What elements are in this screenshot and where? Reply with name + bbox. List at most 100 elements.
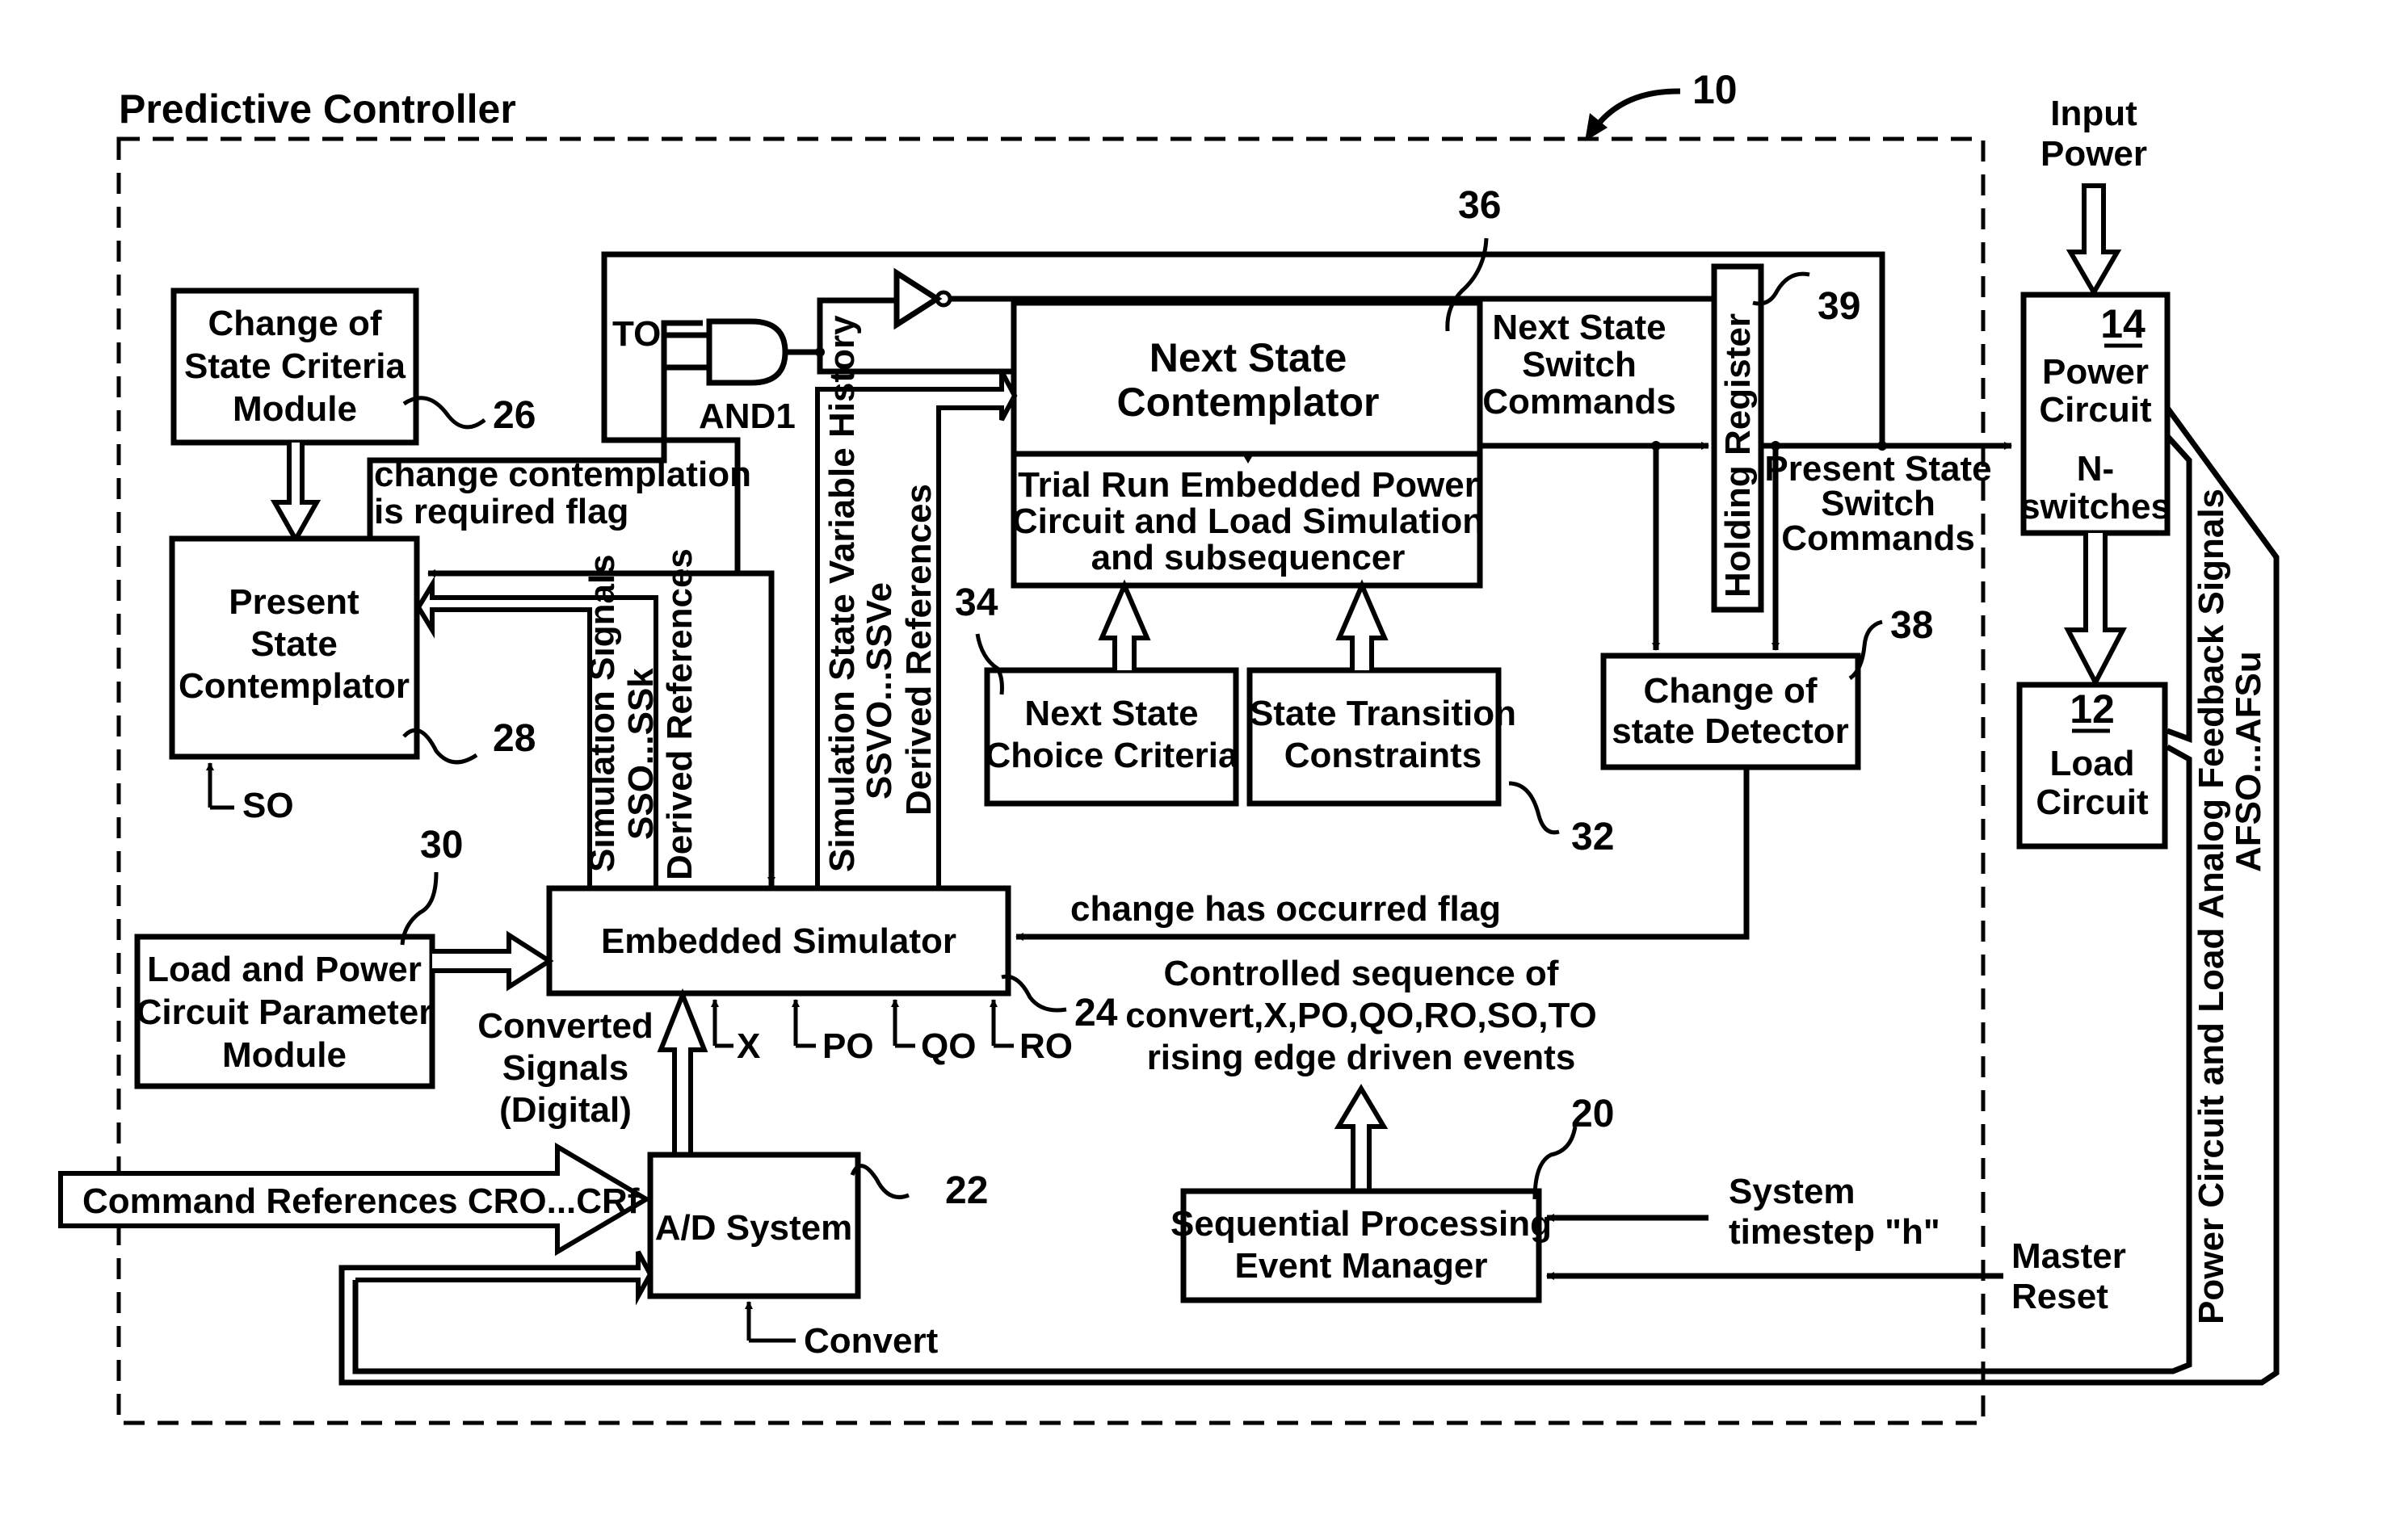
svg-text:rising edge driven events: rising edge driven events [1147,1038,1576,1077]
ref-28-label: 28 [493,717,536,760]
present-state-line1: Present [229,582,359,622]
converted-signals-label: Converted Signals (Digital) [477,1006,654,1130]
transition-constraints[interactable]: State Transition Constraints [1246,667,1516,807]
trial-run-line1: Trial Run Embedded Power [1018,465,1478,505]
trial-run-line3: and subsequencer [1091,538,1406,577]
load-circuit-ref: 12 [2070,686,2115,732]
ref-20-label: 20 [1571,1093,1614,1135]
ref-38-label: 38 [1890,604,1933,647]
svg-text:AFSO...AFSu: AFSO...AFSu [2229,651,2268,872]
power-circuit[interactable]: 14 Power Circuit N- switches [2020,292,2171,536]
next-state-contemplator[interactable]: Next State Contemplator Trial Run Embedd… [1011,300,1484,589]
param-module-line2: Circuit Parameter [137,992,433,1032]
power-circuit-line2: Circuit [2039,390,2152,430]
svg-text:Switch: Switch [1821,484,1935,523]
svg-text:Reset: Reset [2011,1277,2108,1316]
power-circuit-line1: Power [2042,352,2149,392]
parameter-module[interactable]: Load and Power Circuit Parameter Module [134,934,435,1089]
input-power-label: Input Power [2040,94,2147,174]
change-criteria-line3: Module [233,389,357,429]
ref-34-label: 34 [955,581,998,624]
embedded-simulator[interactable]: Embedded Simulator [546,885,1011,997]
event-manager-line1: Sequential Processing [1170,1204,1552,1244]
svg-text:SSVO...SSVe: SSVO...SSVe [859,582,899,799]
load-circuit[interactable]: 12 Load Circuit [2016,682,2168,850]
svg-text:Derived References: Derived References [899,484,939,816]
present-state-line2: State [250,624,338,664]
command-refs-label: Command References CRO...CRf [82,1181,640,1221]
power-circuit-line4: switches [2020,487,2171,527]
load-circuit-line1: Load [2049,744,2134,783]
event-manager-line2: Event Manager [1235,1246,1488,1286]
svg-text:Controlled sequence of: Controlled sequence of [1164,954,1559,993]
power-circuit-line3: N- [2077,449,2114,489]
svg-text:Commands: Commands [1781,518,1975,558]
holding-register[interactable]: Holding Register [1711,263,1764,613]
change-criteria-line1: Change of [208,304,381,343]
svg-text:Master: Master [2011,1236,2126,1276]
convert-label: Convert [804,1321,939,1361]
svg-text:X: X [737,1026,760,1066]
ad-system-label: A/D System [655,1208,853,1248]
ref-22-label: 22 [945,1169,988,1212]
svg-text:Simulation Signals: Simulation Signals [582,554,622,872]
change-occurred-label: change has occurred flag [1070,889,1501,929]
svg-text:Derived References: Derived References [660,548,700,880]
change-detector[interactable]: Change of state Detector [1600,653,1861,770]
param-module-line1: Load and Power [147,950,422,989]
predictive-controller-diagram: Predictive Controller 10 Change of State… [0,0,2383,1540]
power-circuit-ref: 14 [2100,301,2146,346]
transition-constraints-line1: State Transition [1250,694,1516,733]
svg-text:PO: PO [822,1026,874,1066]
change-detector-line2: state Detector [1612,711,1848,751]
svg-text:Signals: Signals [502,1048,629,1088]
svg-text:Input: Input [2050,94,2137,133]
param-module-line3: Module [222,1035,347,1075]
ref-39-label: 39 [1818,285,1860,328]
svg-text:Power Circuit and Load Analog: Power Circuit and Load Analog Feedback S… [2192,489,2231,1324]
svg-text:Next State: Next State [1492,308,1666,347]
load-circuit-line2: Circuit [2036,783,2149,822]
svg-text:convert,X,PO,QO,RO,SO,TO: convert,X,PO,QO,RO,SO,TO [1125,996,1597,1035]
next-state-title-2: Contemplator [1117,380,1380,425]
svg-text:Simulation State Variable Hist: Simulation State Variable History [822,315,862,872]
svg-text:timestep "h": timestep "h" [1729,1212,1940,1252]
svg-text:Switch: Switch [1522,345,1637,384]
trial-run-line2: Circuit and Load Simulation [1012,501,1484,541]
ref-30-label: 30 [420,824,463,867]
to-label: TO [612,314,661,354]
choice-criteria-line2: Choice Criteria [986,736,1239,775]
svg-text:RO: RO [1019,1026,1073,1066]
ref-36-label: 36 [1458,184,1501,227]
choice-criteria[interactable]: Next State Choice Criteria [984,667,1239,807]
present-state-contemplator[interactable]: Present State Contemplator [169,535,420,760]
so-label: SO [242,786,294,825]
change-criteria-module[interactable]: Change of State Criteria Module [170,287,419,446]
embedded-simulator-label: Embedded Simulator [601,921,956,961]
change-detector-line1: Change of [1643,671,1817,711]
controller-title: Predictive Controller [119,86,516,132]
svg-text:SSO...SSk: SSO...SSk [621,668,661,840]
event-manager[interactable]: Sequential Processing Event Manager [1170,1188,1552,1303]
ref-10-label: 10 [1692,67,1738,112]
transition-constraints-line2: Constraints [1284,736,1481,775]
ref-26-label: 26 [493,394,536,437]
holding-register-label: Holding Register [1718,313,1758,598]
ref-32-label: 32 [1571,816,1614,858]
contemplation-flag-label-1: change contemplation [374,455,751,494]
controlled-sequence-label: Controlled sequence of convert,X,PO,QO,R… [1125,954,1597,1077]
ref-24-label: 24 [1074,992,1118,1034]
choice-criteria-line1: Next State [1024,694,1198,733]
svg-text:Power: Power [2040,134,2147,174]
svg-text:Present State: Present State [1764,449,1991,489]
svg-text:Commands: Commands [1482,382,1676,422]
svg-text:QO: QO [921,1026,976,1066]
change-criteria-line2: State Criteria [184,346,406,386]
svg-text:(Digital): (Digital) [499,1090,632,1130]
ad-system[interactable]: A/D System [647,1152,861,1299]
next-state-title-1: Next State [1149,335,1347,380]
and-gate-label: AND1 [699,397,796,436]
svg-text:Converted: Converted [477,1006,654,1046]
contemplation-flag-label-2: is required flag [374,492,628,531]
svg-text:System: System [1729,1172,1856,1211]
